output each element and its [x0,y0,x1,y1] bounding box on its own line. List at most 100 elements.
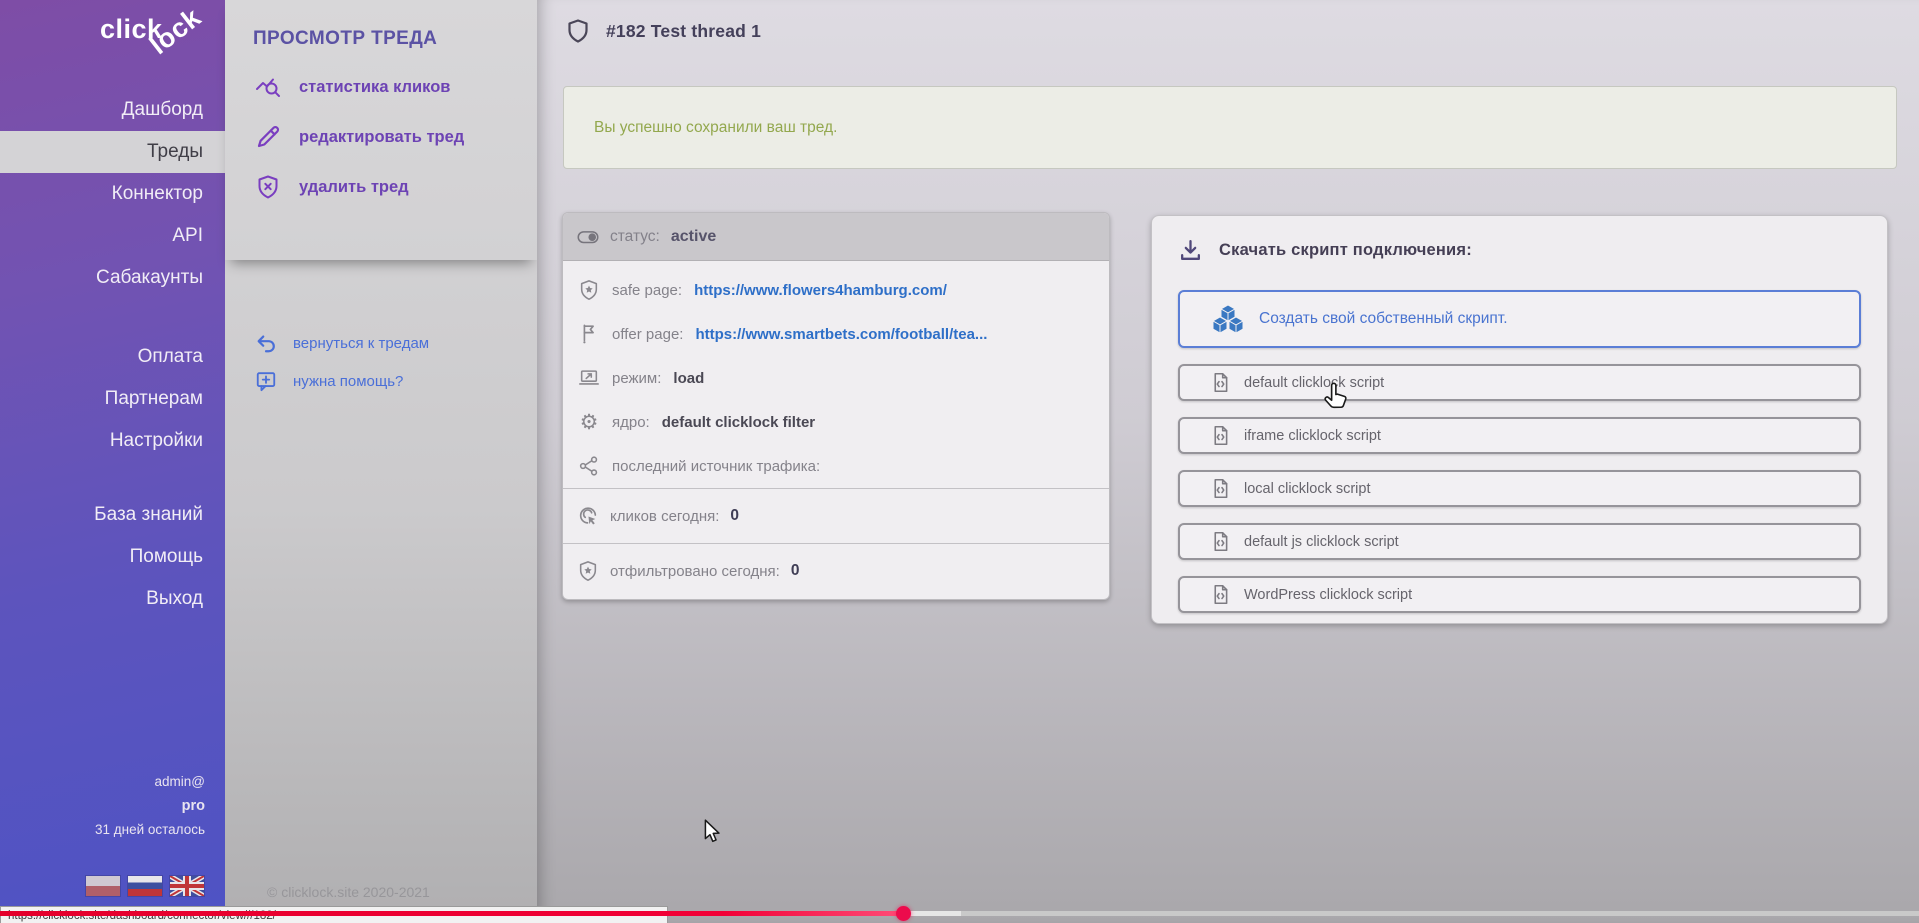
link-label: нужна помощь? [293,373,403,390]
video-progress-fill [0,911,904,916]
row-label: последний источник трафика: [612,458,820,475]
need-help-link[interactable]: нужна помощь? [255,366,537,396]
core-value: default clicklock filter [662,414,815,431]
copyright: © clicklock.site 2020-2021 [267,884,430,900]
shield-icon [565,18,591,44]
menu-item-click-stats[interactable]: статистика кликов [255,74,537,100]
offer-page-row: offer page: https://www.smartbets.com/fo… [563,312,1109,356]
laptop-share-icon [578,367,600,389]
sidebar-item-partners[interactable]: Партнерам [0,378,225,420]
sidebar-item-logout[interactable]: Выход [0,578,225,620]
sidebar-item-settings[interactable]: Настройки [0,420,225,462]
flag-poland-icon[interactable] [86,876,120,896]
row-label: режим: [612,370,661,387]
safe-page-row: safe page: https://www.flowers4hamburg.c… [563,268,1109,312]
page-title: #182 Test thread 1 [565,18,761,44]
sidebar-item-threads[interactable]: Треды [0,131,225,173]
default-script-button[interactable]: default clicklock script [1178,364,1861,401]
wordpress-script-button[interactable]: WordPress clicklock script [1178,576,1861,613]
button-label: iframe clicklock script [1244,428,1381,444]
menu-item-label: удалить тред [299,178,409,197]
iframe-script-button[interactable]: iframe clicklock script [1178,417,1861,454]
download-card-title: Скачать скрипт подключения: [1219,241,1472,260]
offer-page-link[interactable]: https://www.smartbets.com/football/tea..… [695,326,987,343]
menu-item-delete-thread[interactable]: удалить тред [255,174,537,200]
local-script-button[interactable]: local clicklock script [1178,470,1861,507]
status-label: статус: [610,228,660,246]
menu-item-label: статистика кликов [299,78,450,97]
thread-status-card: статус: active safe page: https://www.fl… [562,212,1110,600]
pencil-icon [255,124,281,150]
video-progress-buffer [904,911,962,916]
clicks-today-row: кликов сегодня: 0 [563,488,1109,543]
sidebar: clicklock Дашборд Треды Коннектор API Са… [0,0,225,923]
sidebar-item-connector[interactable]: Коннектор [0,173,225,215]
mode-value: load [673,370,704,387]
clicklock-logo: clicklock [100,14,219,45]
row-label: offer page: [612,326,683,343]
download-card-header: Скачать скрипт подключения: [1178,236,1861,264]
status-value: active [671,228,716,246]
shield-star-icon [578,279,600,301]
sidebar-nav: Дашборд Треды Коннектор API Сабакаунты О… [0,89,225,620]
file-code-icon [1210,478,1231,499]
thread-title: #182 Test thread 1 [606,21,761,42]
back-to-threads-link[interactable]: вернуться к тредам [255,328,537,358]
sidebar-item-api[interactable]: API [0,215,225,257]
sidebar-item-payment[interactable]: Оплата [0,336,225,378]
sidebar-item-knowledge-base[interactable]: База знаний [0,494,225,536]
main-content: #182 Test thread 1 Вы успешно сохранили … [537,0,1919,923]
app-window: clicklock Дашборд Треды Коннектор API Са… [0,0,1919,923]
thread-menu-panel: ПРОСМОТР ТРЕДА статистика кликов редакти… [225,0,537,923]
button-label: default clicklock script [1244,375,1384,391]
button-label: WordPress clicklock script [1244,587,1412,603]
filtered-today-row: отфильтровано сегодня: 0 [563,543,1109,598]
cubes-icon [1210,301,1246,337]
success-alert-text: Вы успешно сохранили ваш тред. [594,119,837,137]
shield-star-icon [577,560,599,582]
default-js-script-button[interactable]: default js clicklock script [1178,523,1861,560]
user-plan: pro [0,794,205,818]
counter-label: отфильтровано сегодня: [610,563,780,580]
video-progress-bar[interactable] [0,911,1919,916]
flag-russia-icon[interactable] [128,876,162,896]
sidebar-item-help[interactable]: Помощь [0,536,225,578]
flag-uk-icon[interactable] [170,876,204,896]
thread-menu-top: ПРОСМОТР ТРЕДА статистика кликов редакти… [225,0,537,260]
undo-arrow-icon [255,332,277,354]
comment-plus-icon [255,370,277,392]
button-label: local clicklock script [1244,481,1371,497]
last-traffic-source-row: последний источник трафика: [563,444,1109,488]
mouse-arrow-cursor [700,818,726,844]
download-icon [1178,238,1203,263]
success-alert: Вы успешно сохранили ваш тред. [563,86,1897,169]
thread-menu-links: вернуться к тредам нужна помощь? [225,328,537,404]
gear-icon: ⚙ [578,411,600,433]
create-custom-script-button[interactable]: Создать свой собственный скрипт. [1178,290,1861,348]
logo-text-lock: lock [143,2,206,61]
user-email: admin@ [0,770,205,794]
menu-item-edit-thread[interactable]: редактировать тред [255,124,537,150]
menu-item-label: редактировать тред [299,128,464,147]
download-script-card: Скачать скрипт подключения: [1151,215,1888,624]
sidebar-item-dashboard[interactable]: Дашборд [0,89,225,131]
safe-page-link[interactable]: https://www.flowers4hamburg.com/ [694,282,947,299]
click-icon [577,505,599,527]
user-days-left: 31 дней осталось [0,818,205,842]
status-header-row: статус: active [563,213,1109,261]
share-icon [578,455,600,477]
button-label: Создать свой собственный скрипт. [1259,310,1508,328]
flag-icon [578,323,600,345]
user-info: admin@ pro 31 дней осталось [0,770,205,842]
link-label: вернуться к тредам [293,335,429,352]
row-label: safe page: [612,282,682,299]
core-row: ⚙ ядро: default clicklock filter [563,400,1109,444]
mouse-hand-cursor [1320,382,1350,412]
panel-title: ПРОСМОТР ТРЕДА [225,0,537,50]
language-switcher [86,876,204,896]
toggle-icon [577,226,599,248]
filtered-today-value: 0 [791,562,800,580]
sidebar-item-subaccounts[interactable]: Сабакаунты [0,257,225,299]
file-code-icon [1210,372,1231,393]
video-playhead[interactable] [896,906,911,921]
